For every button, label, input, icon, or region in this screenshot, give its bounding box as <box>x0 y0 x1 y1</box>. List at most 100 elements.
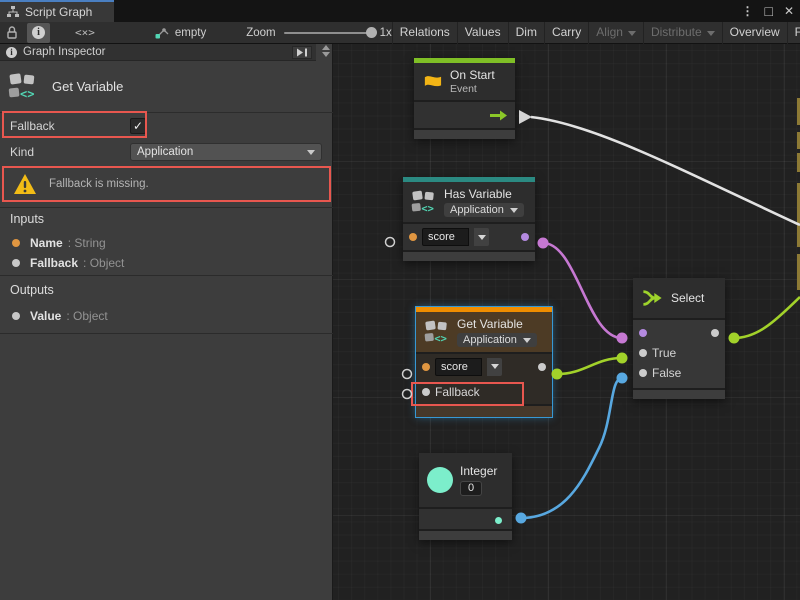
wire-endpoint-dot <box>617 353 628 364</box>
node-select[interactable]: Select True False <box>633 278 725 399</box>
node-footer <box>414 130 515 139</box>
toolbar-buttons: Relations Values Dim Carry Align Distrib… <box>392 22 800 44</box>
lock-icon <box>5 25 19 40</box>
connections-layer <box>333 44 800 600</box>
node-on-start[interactable]: On Start Event <box>414 58 515 139</box>
input-port-true[interactable] <box>639 349 647 357</box>
output-port-selection[interactable] <box>711 329 719 337</box>
expand-right-icon <box>296 48 308 57</box>
chevron-up-icon <box>322 45 330 50</box>
inspector-toggle-button[interactable]: i <box>27 23 50 43</box>
node-subtitle: Event <box>450 83 495 95</box>
more-menu-icon[interactable]: ⋮ <box>741 4 753 18</box>
carry-button[interactable]: Carry <box>544 22 588 44</box>
dim-button[interactable]: Dim <box>508 22 544 44</box>
wire-onstart-flow <box>531 117 800 225</box>
node-has-variable[interactable]: <> Has Variable Application <box>403 177 535 261</box>
node-get-variable[interactable]: <> Get Variable Application <box>416 307 552 417</box>
fallback-option-label: Fallback <box>0 119 130 133</box>
panel-scroll-spinner[interactable] <box>318 45 333 61</box>
svg-text:<>: <> <box>434 333 447 345</box>
selected-unit-header: <> Get Variable <box>0 61 333 113</box>
overview-button[interactable]: Overview <box>722 22 787 44</box>
dock-panel-button[interactable] <box>292 46 312 59</box>
wire-getvariable-to-select-true <box>557 358 622 374</box>
input-port-false[interactable] <box>639 369 647 377</box>
node-integer[interactable]: Integer 0 <box>419 453 512 540</box>
unconnected-port-ring[interactable] <box>386 238 395 247</box>
node-title: Select <box>671 291 704 305</box>
zoom-value: 1x <box>380 27 392 39</box>
node-port-row <box>416 354 552 379</box>
fallback-checkbox[interactable]: ✓ <box>130 118 146 134</box>
select-merge-icon <box>641 288 664 308</box>
node-header: <> Get Variable Application <box>416 312 552 354</box>
inputs-section-header: Inputs <box>10 212 44 226</box>
warning-icon <box>13 173 37 195</box>
variable-name-input[interactable] <box>435 358 482 376</box>
warning-box: Fallback is missing. <box>2 166 331 202</box>
full-screen-button[interactable]: Full Screen <box>787 22 800 44</box>
input-port-name[interactable] <box>409 233 417 241</box>
node-header: <> Has Variable Application <box>403 182 535 224</box>
variable-kind-dropdown[interactable]: Application <box>457 333 537 347</box>
close-icon[interactable]: ✕ <box>784 4 794 18</box>
chevron-down-icon <box>478 235 486 240</box>
wires-layer <box>333 44 800 600</box>
zoom-slider[interactable] <box>284 32 372 34</box>
variable-name-input[interactable] <box>422 228 469 246</box>
kind-row: Kind Application <box>0 141 333 163</box>
svg-text:<>: <> <box>421 203 434 215</box>
flow-output-port-triangle <box>519 110 532 124</box>
tab-script-graph[interactable]: Script Graph <box>0 0 114 22</box>
zoom-slider-handle[interactable] <box>366 27 377 38</box>
chevron-down-icon <box>707 31 715 36</box>
chevron-down-icon <box>523 338 531 343</box>
graph-canvas[interactable]: On Start Event <> <box>333 44 800 600</box>
align-button: Align <box>588 22 643 44</box>
info-icon: i <box>32 26 45 39</box>
output-port-integer[interactable] <box>495 517 502 524</box>
integer-value-input[interactable]: 0 <box>460 481 482 496</box>
relations-button[interactable]: Relations <box>392 22 457 44</box>
variable-kind-dropdown[interactable]: Application <box>444 203 524 217</box>
port-dot-gray <box>12 259 20 267</box>
variable-picker-button[interactable] <box>474 228 489 246</box>
node-port-row <box>403 224 535 250</box>
wire-select-output <box>734 297 800 338</box>
node-footer <box>419 531 512 540</box>
output-port-boolean[interactable] <box>521 233 529 241</box>
true-port-label: True <box>652 346 676 360</box>
fallback-port-label: Fallback <box>435 385 480 399</box>
values-button[interactable]: Values <box>457 22 508 44</box>
graph-hierarchy-icon <box>7 6 19 18</box>
inspector-title: Graph Inspector <box>23 46 105 58</box>
maximize-icon[interactable]: □ <box>764 3 772 19</box>
input-port-fallback[interactable] <box>422 388 430 396</box>
lock-button[interactable] <box>0 23 24 43</box>
variable-picker-button[interactable] <box>487 358 502 376</box>
node-port-row-true: True <box>633 343 725 363</box>
breadcrumb-label: empty <box>175 27 206 39</box>
node-title: Get Variable <box>457 317 537 331</box>
zoom-label: Zoom <box>246 27 275 39</box>
graph-inspector-header: i Graph Inspector <box>0 44 316 61</box>
input-row-name: Name : String <box>12 235 106 251</box>
node-footer <box>633 390 725 399</box>
chevron-down-icon <box>307 150 315 155</box>
output-port-value[interactable] <box>538 363 546 371</box>
titlebar: Script Graph ⋮ □ ✕ <box>0 0 800 22</box>
input-port-name[interactable] <box>422 363 430 371</box>
node-port-row-false: False <box>633 363 725 383</box>
code-preview-button[interactable]: <×> <box>75 26 95 39</box>
node-body: Fallback <box>416 354 552 406</box>
flow-arrow-icon <box>490 110 508 121</box>
unconnected-port-ring[interactable] <box>403 390 412 399</box>
chevron-down-icon <box>510 208 518 213</box>
unity-visual-scripting-window: Script Graph ⋮ □ ✕ i <×> empty <box>0 0 800 600</box>
graph-breadcrumb[interactable]: empty <box>155 27 206 39</box>
unconnected-port-ring[interactable] <box>403 370 412 379</box>
kind-dropdown[interactable]: Application <box>130 143 322 161</box>
node-footer <box>416 406 552 417</box>
input-port-condition[interactable] <box>639 329 647 337</box>
